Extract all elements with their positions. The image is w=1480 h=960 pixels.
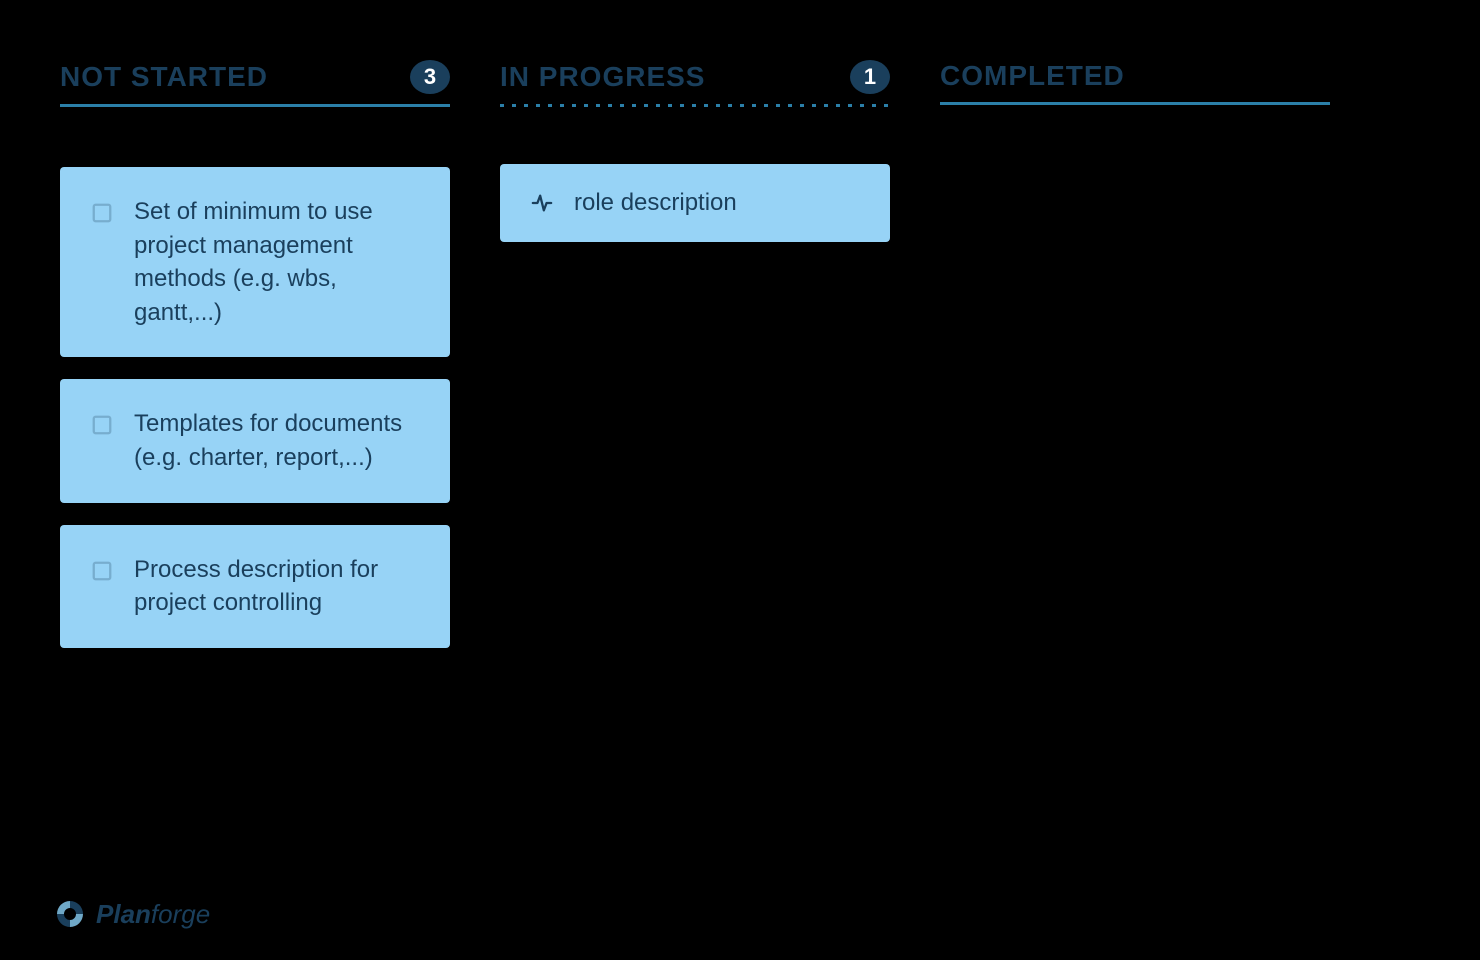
cards-in-progress: role description (500, 164, 890, 242)
card-icon (88, 411, 116, 439)
card-text: Set of minimum to use project management… (134, 195, 422, 329)
kanban-board: NOT STARTED 3 Set of minimum to use proj… (60, 60, 1420, 648)
card[interactable]: Set of minimum to use project management… (60, 167, 450, 357)
card-icon (88, 557, 116, 585)
column-completed: COMPLETED (940, 60, 1330, 648)
column-header-completed: COMPLETED (940, 60, 1330, 105)
card[interactable]: role description (500, 164, 890, 242)
column-title: NOT STARTED (60, 61, 268, 93)
card-icon (88, 199, 116, 227)
card[interactable]: Templates for documents (e.g. charter, r… (60, 379, 450, 502)
column-title: COMPLETED (940, 60, 1125, 92)
brand-logo: Planforge (54, 898, 210, 930)
activity-icon (528, 189, 556, 217)
logo-text: Planforge (96, 899, 210, 930)
count-badge: 3 (410, 60, 450, 94)
card[interactable]: Process description for project controll… (60, 525, 450, 648)
column-not-started: NOT STARTED 3 Set of minimum to use proj… (60, 60, 450, 648)
count-badge: 1 (850, 60, 890, 94)
column-in-progress: IN PROGRESS 1 role description (500, 60, 890, 648)
cards-not-started: Set of minimum to use project management… (60, 167, 450, 648)
logo-icon (54, 898, 86, 930)
card-text: Templates for documents (e.g. charter, r… (134, 407, 422, 474)
column-header-in-progress: IN PROGRESS 1 (500, 60, 890, 104)
card-text: Process description for project controll… (134, 553, 422, 620)
column-header-not-started: NOT STARTED 3 (60, 60, 450, 107)
card-text: role description (574, 186, 737, 220)
column-title: IN PROGRESS (500, 61, 705, 93)
